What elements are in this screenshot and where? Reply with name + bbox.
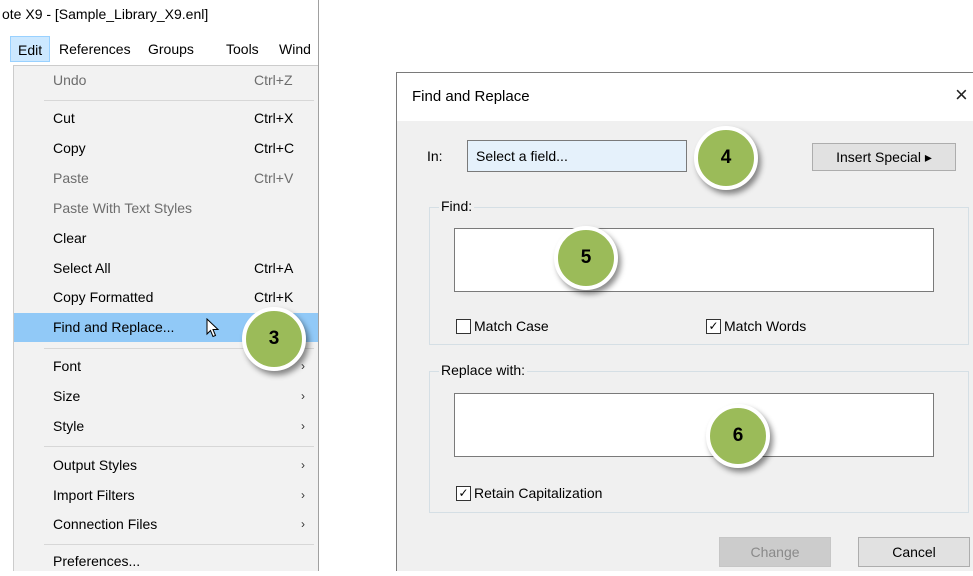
menu-separator bbox=[44, 544, 314, 545]
menu-item-label: Copy Formatted bbox=[53, 289, 154, 305]
menu-tools[interactable]: Tools bbox=[219, 36, 266, 62]
window-title: ote X9 - [Sample_Library_X9.enl] bbox=[0, 0, 318, 30]
menu-window[interactable]: Wind bbox=[272, 36, 318, 62]
match-words-checkbox[interactable]: ✓ bbox=[706, 319, 721, 334]
retain-capitalization-checkbox[interactable]: ✓ bbox=[456, 486, 471, 501]
change-button[interactable]: Change bbox=[719, 537, 831, 567]
menu-item-label: Find and Replace... bbox=[53, 319, 175, 335]
menu-references[interactable]: References bbox=[52, 36, 138, 62]
insert-special-button[interactable]: Insert Special ▸ bbox=[812, 143, 956, 171]
replace-label: Replace with: bbox=[439, 362, 528, 378]
menu-item-label: Size bbox=[53, 388, 81, 404]
menu-item-copy[interactable]: Copy Ctrl+C bbox=[14, 134, 318, 163]
menu-item-label: Preferences... bbox=[53, 553, 141, 569]
match-case-checkbox[interactable] bbox=[456, 319, 471, 334]
menu-separator bbox=[44, 100, 314, 101]
step-6-callout: 6 bbox=[706, 404, 770, 468]
step-3-callout: 3 bbox=[242, 307, 306, 371]
menu-item-label: Cut bbox=[53, 110, 75, 126]
endnote-window: ote X9 - [Sample_Library_X9.enl] Edit Re… bbox=[0, 0, 319, 571]
close-icon[interactable]: × bbox=[955, 82, 968, 108]
replace-group: Replace with: ✓ Retain Capitalization bbox=[429, 362, 969, 513]
menu-item-shortcut: Ctrl+V bbox=[254, 170, 294, 186]
menu-item-label: Copy bbox=[53, 140, 86, 156]
menu-item-preferences[interactable]: Preferences... bbox=[14, 547, 318, 576]
menu-item-label: Select All bbox=[53, 260, 111, 276]
menu-item-label: Undo bbox=[53, 72, 87, 88]
menu-item-connection-files[interactable]: Connection Files › bbox=[14, 510, 318, 539]
menu-item-clear[interactable]: Clear bbox=[14, 224, 318, 253]
menu-item-size[interactable]: Size › bbox=[14, 382, 318, 411]
menu-bar: Edit References Groups Tools Wind bbox=[0, 36, 318, 64]
menu-item-shortcut: Ctrl+A bbox=[254, 260, 294, 276]
chevron-right-icon: › bbox=[301, 419, 305, 433]
menu-item-undo[interactable]: Undo Ctrl+Z bbox=[14, 66, 318, 95]
menu-item-label: Paste bbox=[53, 170, 89, 186]
mouse-pointer-icon bbox=[206, 318, 220, 338]
step-5-callout: 5 bbox=[554, 226, 618, 290]
menu-separator bbox=[44, 446, 314, 447]
menu-item-label: Style bbox=[53, 418, 85, 434]
in-label: In: bbox=[427, 148, 443, 164]
menu-item-shortcut: Ctrl+Z bbox=[254, 72, 293, 88]
chevron-right-icon: › bbox=[301, 359, 305, 373]
menu-item-output-styles[interactable]: Output Styles › bbox=[14, 451, 318, 480]
menu-item-label: Clear bbox=[53, 230, 87, 246]
menu-item-shortcut: Ctrl+C bbox=[254, 140, 295, 156]
step-4-callout: 4 bbox=[694, 126, 758, 190]
menu-item-paste[interactable]: Paste Ctrl+V bbox=[14, 164, 318, 193]
chevron-right-icon: › bbox=[301, 517, 305, 531]
menu-item-label: Paste With Text Styles bbox=[53, 200, 193, 216]
menu-item-label: Connection Files bbox=[53, 516, 158, 532]
find-input[interactable] bbox=[454, 228, 934, 292]
menu-item-label: Output Styles bbox=[53, 457, 138, 473]
menu-item-style[interactable]: Style › bbox=[14, 412, 318, 441]
find-replace-dialog: Find and Replace × In: Select a field...… bbox=[396, 72, 973, 571]
field-select[interactable]: Select a field... bbox=[467, 140, 687, 172]
menu-item-label: Font bbox=[53, 358, 82, 374]
cancel-button[interactable]: Cancel bbox=[858, 537, 970, 567]
menu-item-cut[interactable]: Cut Ctrl+X bbox=[14, 104, 318, 133]
menu-item-label: Import Filters bbox=[53, 487, 135, 503]
chevron-right-icon: › bbox=[301, 488, 305, 502]
menu-item-import-filters[interactable]: Import Filters › bbox=[14, 481, 318, 510]
dialog-title-bar: Find and Replace × bbox=[397, 73, 973, 121]
menu-item-paste-with-text-styles[interactable]: Paste With Text Styles bbox=[14, 194, 318, 223]
chevron-right-icon: › bbox=[301, 458, 305, 472]
menu-edit[interactable]: Edit bbox=[10, 36, 51, 62]
replace-input[interactable] bbox=[454, 393, 934, 457]
menu-item-shortcut: Ctrl+X bbox=[254, 110, 294, 126]
chevron-right-icon: › bbox=[301, 389, 305, 403]
menu-groups[interactable]: Groups bbox=[141, 36, 201, 62]
dialog-title: Find and Replace bbox=[412, 88, 530, 105]
find-group: Find: Match Case ✓ Match Words bbox=[429, 198, 969, 345]
match-case-label: Match Case bbox=[474, 318, 549, 334]
match-words-label: Match Words bbox=[724, 318, 807, 334]
retain-capitalization-label: Retain Capitalization bbox=[474, 485, 603, 501]
menu-item-select-all[interactable]: Select All Ctrl+A bbox=[14, 254, 318, 283]
find-label: Find: bbox=[439, 198, 475, 214]
